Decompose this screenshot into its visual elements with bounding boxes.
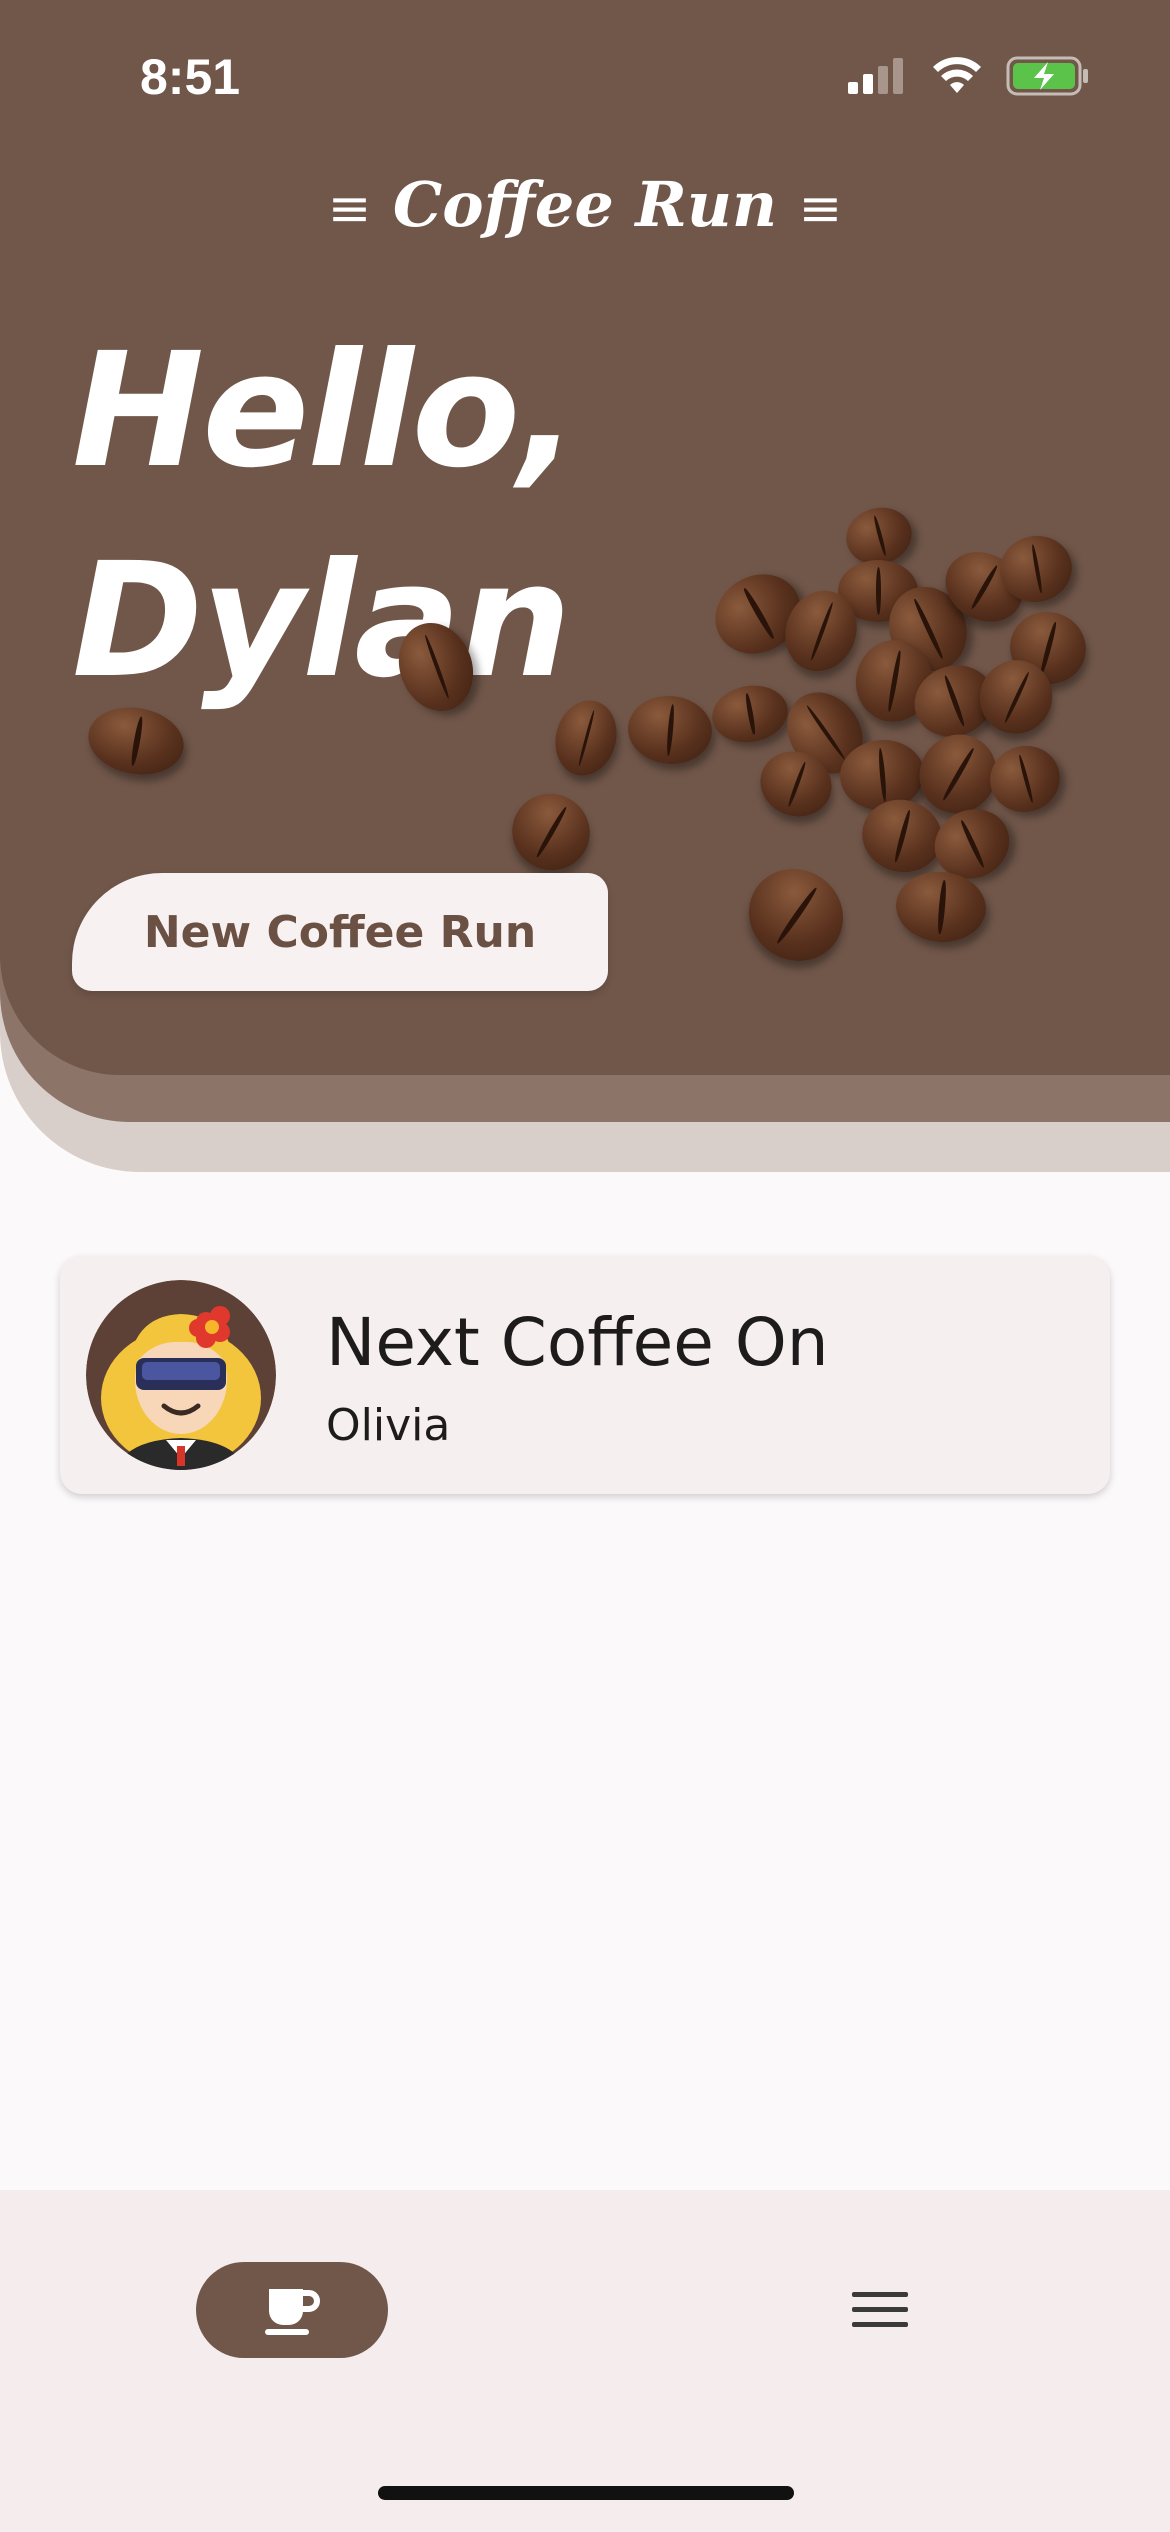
card-title: Next Coffee On xyxy=(326,1304,829,1381)
next-person-name: Olivia xyxy=(326,1400,451,1451)
status-time: 8:51 xyxy=(140,49,241,105)
logo-right-dashes: ≡ xyxy=(798,179,843,239)
coffee-cup-icon xyxy=(265,2289,320,2335)
header: 8:51 ≡ Coffee Run ≡ Hello, Dylan New Cof… xyxy=(0,0,1170,1075)
avatar xyxy=(86,1280,276,1470)
new-coffee-run-button[interactable]: New Coffee Run xyxy=(72,873,608,991)
greeting: Hello, Dylan xyxy=(72,306,578,726)
bottom-navigation-bar xyxy=(0,2190,1170,2532)
menu-icon xyxy=(852,2292,908,2327)
app-logo: ≡ Coffee Run ≡ xyxy=(0,168,1170,241)
status-icons xyxy=(848,56,1090,96)
nav-coffee-tab[interactable] xyxy=(196,2262,388,2358)
wifi-icon xyxy=(933,57,981,93)
logo-left-dashes: ≡ xyxy=(327,179,372,239)
battery-charging-icon xyxy=(1006,56,1088,96)
nav-menu-tab[interactable] xyxy=(840,2270,920,2350)
app-screen: 8:51 ≡ Coffee Run ≡ Hello, Dylan New Cof… xyxy=(0,0,1170,2532)
greeting-line-1: Hello, xyxy=(72,319,578,503)
greeting-user-name: Dylan xyxy=(72,529,571,713)
cellular-signal-icon xyxy=(848,58,903,94)
next-coffee-card[interactable]: Next Coffee On Olivia xyxy=(60,1256,1110,1494)
logo-text: Coffee Run xyxy=(392,168,778,241)
home-indicator[interactable] xyxy=(378,2486,794,2500)
